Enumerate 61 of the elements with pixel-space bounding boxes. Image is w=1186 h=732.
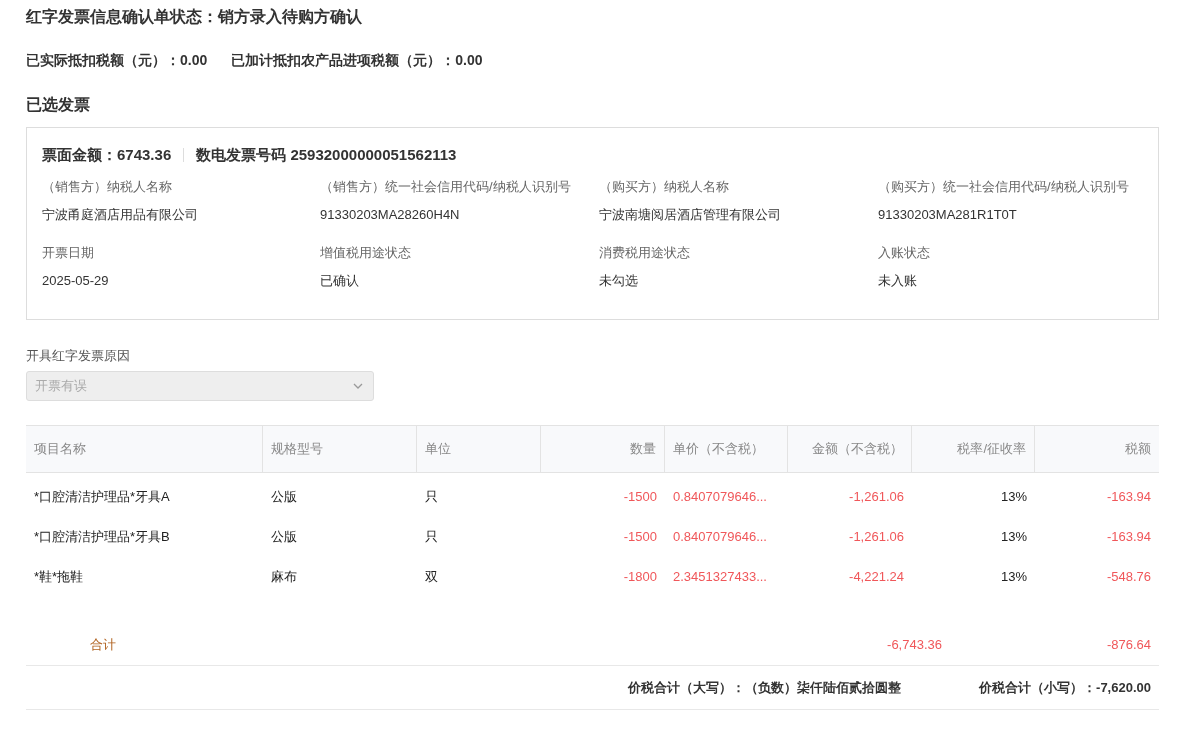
table-cell-text: 13%	[999, 488, 1028, 506]
field-label: 增值税用途状态	[320, 244, 412, 262]
table-cell-text: -1,261.06	[848, 488, 905, 506]
table-cell-text: 2.3451327433...	[672, 568, 768, 586]
status-title: 红字发票信息确认单状态：销方录入待购方确认	[26, 7, 363, 27]
table-cell-text: 公版	[270, 488, 298, 506]
field-value: 宁波甬庭酒店用品有限公司	[42, 206, 199, 224]
field-label: （销售方）纳税人名称	[42, 178, 173, 196]
table-cell-text: 麻布	[270, 568, 298, 586]
invoice-amount: 票面金额：6743.36	[42, 145, 172, 165]
table-cell-text: 双	[424, 568, 439, 586]
deduction-amount: 已实际抵扣税额（元）：0.00	[26, 51, 208, 70]
column-header: 金额（不含税）	[788, 426, 912, 472]
deduction-amount: 已加计抵扣农产品进项税额（元）：0.00	[231, 51, 483, 70]
table-cell-text: *鞋*拖鞋	[33, 568, 85, 586]
field-value: 未勾选	[599, 272, 639, 290]
section-title: 已选发票	[26, 95, 91, 115]
field-label: （销售方）统一社会信用代码/纳税人识别号	[320, 178, 572, 196]
price-tax-total: 价税合计（小写）：-7,620.00	[979, 679, 1151, 697]
table-cell-text: -1,261.06	[848, 528, 905, 546]
table-cell-text: -163.94	[1105, 528, 1152, 546]
total-tax: -876.64	[1105, 636, 1152, 654]
table-cell-text: 0.8407079646...	[672, 488, 768, 506]
column-header: 数量	[541, 426, 665, 472]
field-value: 未入账	[878, 272, 918, 290]
table-cell-text: 只	[424, 488, 439, 506]
table-cell-text: 0.8407079646...	[672, 528, 768, 546]
table-cell-text: -1500	[622, 528, 658, 546]
total-amount: -6,743.36	[886, 636, 943, 654]
table-cell-text: -548.76	[1105, 568, 1152, 586]
table-cell-text: 13%	[999, 528, 1028, 546]
table-cell-text: 13%	[999, 568, 1028, 586]
field-label: 开具红字发票原因	[26, 347, 131, 365]
table-cell-text: *口腔清洁护理品*牙具A	[33, 488, 171, 506]
field-value: 已确认	[320, 272, 360, 290]
column-header: 规格型号	[263, 426, 417, 472]
table-cell-text: 只	[424, 528, 439, 546]
table-cell-text: -1800	[622, 568, 658, 586]
table-cell-text: -163.94	[1105, 488, 1152, 506]
field-value: 宁波南塘阅居酒店管理有限公司	[599, 206, 782, 224]
column-header: 单位	[417, 426, 541, 472]
total-label: 合计	[89, 636, 117, 654]
table-cell-text: -1500	[622, 488, 658, 506]
field-label: 消费税用途状态	[599, 244, 691, 262]
chevron-down-icon	[353, 383, 363, 389]
invoice-number: 数电发票号码 25932000000051562113	[196, 145, 457, 165]
table-cell-text: 公版	[270, 528, 298, 546]
field-value: 91330203MA28260H4N	[320, 206, 461, 224]
table-cell-text: -4,221.24	[848, 568, 905, 586]
column-header: 税额	[1124, 440, 1152, 458]
field-label: 开票日期	[42, 244, 95, 262]
column-header: 项目名称	[26, 426, 263, 472]
field-value: 91330203MA281R1T0T	[878, 206, 1018, 224]
field-label: （购买方）纳税人名称	[599, 178, 730, 196]
column-header: 单价（不含税）	[665, 426, 788, 472]
table-cell-text: *口腔清洁护理品*牙具B	[33, 528, 171, 546]
price-tax-total: 价税合计（大写）：（负数）柒仟陆佰贰拾圆整	[628, 679, 902, 697]
field-label: 入账状态	[878, 244, 931, 262]
column-header: 税率/征收率	[912, 426, 1035, 472]
field-value: 2025-05-29	[42, 272, 110, 290]
field-label: （购买方）统一社会信用代码/纳税人识别号	[878, 178, 1130, 196]
